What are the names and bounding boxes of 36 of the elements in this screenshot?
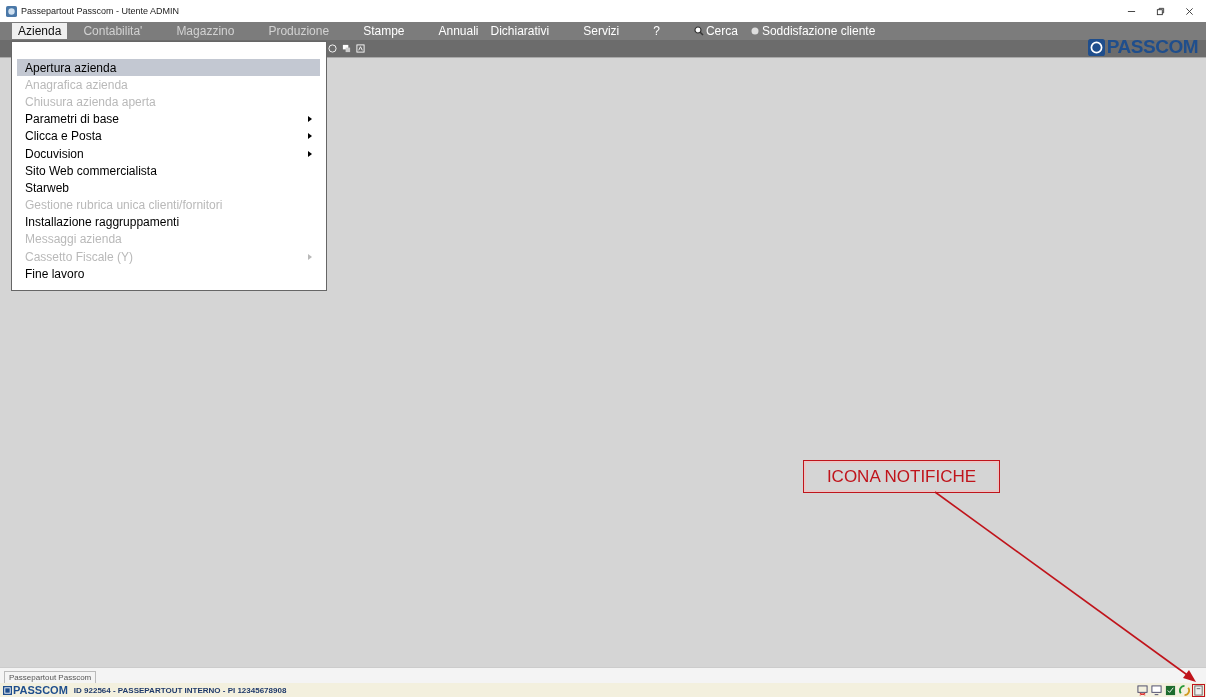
restore-icon[interactable] [1156, 6, 1165, 16]
menu-item[interactable]: Installazione raggruppamenti [17, 213, 320, 231]
menu-item[interactable]: Azienda [12, 23, 68, 39]
menu-item[interactable]: Stampe [357, 23, 411, 39]
toolbar-icon[interactable] [342, 44, 351, 53]
menu-item[interactable]: Servizi [577, 23, 626, 39]
annotation-label: ICONA NOTIFICHE [803, 460, 1000, 493]
search-icon [693, 26, 704, 36]
search-menu-item[interactable]: Cerca [687, 23, 744, 39]
menu-item[interactable]: Dichiarativi [484, 23, 556, 39]
menu-item[interactable]: Annuali [432, 23, 485, 39]
menu-item[interactable]: Apertura azienda [17, 59, 320, 77]
window-tab[interactable]: Passepartout Passcom [4, 671, 97, 683]
logo-icon [3, 685, 12, 695]
toolbar-icon[interactable] [356, 44, 365, 53]
status-text: ID 922564 - PASSEPARTOUT INTERNO - PI 12345678908 [73, 685, 287, 695]
toolbar-icon[interactable] [328, 44, 337, 53]
logo-text: PASSCOM [13, 684, 68, 696]
menu-item[interactable]: Clicca e Posta [17, 127, 320, 145]
window-title: Passepartout Passcom - Utente ADMIN [21, 6, 180, 16]
menu-item[interactable]: ? [647, 23, 666, 39]
menu-item[interactable]: Soddisfazione cliente [743, 23, 882, 39]
dot-icon [749, 26, 760, 36]
menu-item[interactable]: Starweb [17, 179, 320, 197]
menu-item[interactable]: Sito Web commercialista [17, 162, 320, 180]
menu-item[interactable]: Fine lavoro [17, 265, 320, 283]
close-icon[interactable] [1185, 6, 1194, 16]
sync-icon[interactable] [1179, 684, 1190, 696]
network-icon[interactable] [1137, 684, 1148, 696]
notification-icon[interactable] [1193, 684, 1204, 696]
menu-item[interactable]: Parametri di base [17, 110, 320, 128]
monitor-icon[interactable] [1151, 684, 1162, 696]
logo-text: PASSCOM [1106, 36, 1198, 58]
checkbox-icon[interactable] [1165, 684, 1176, 696]
app-icon [6, 5, 17, 17]
menu-item[interactable]: Docuvision [17, 144, 320, 163]
